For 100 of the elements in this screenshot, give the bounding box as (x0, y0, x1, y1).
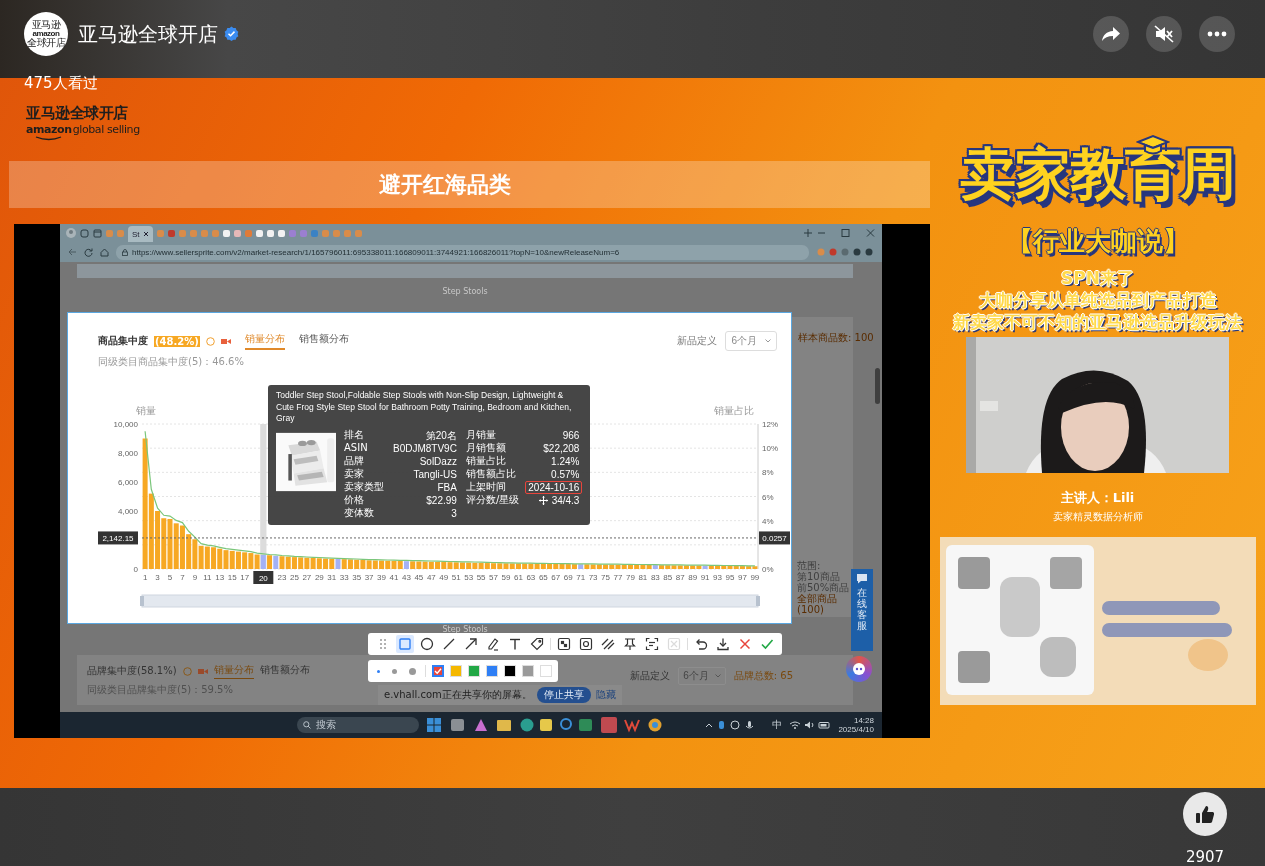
axis-tick-label: 39 (377, 573, 386, 582)
field-label: 卖家 (344, 467, 365, 481)
promo-subtitle: 【行业大咖说】 (1006, 225, 1189, 258)
slide-title: 避开红海品类 (378, 170, 511, 199)
axis-tick-label: 41 (389, 573, 399, 582)
field-value: $22,208 (542, 441, 581, 455)
promo-line: 大咖分享从单纯选品到产品打造 (978, 289, 1217, 311)
speaker-role: 卖家精灵数据分析师 (1052, 510, 1143, 524)
field-value: 3 (450, 506, 458, 520)
axis-tick-label: 69 (563, 573, 573, 582)
chart-caption: Step Stools (442, 287, 488, 297)
like-count: 2907 (1185, 848, 1225, 866)
axis-tick-label: 91 (700, 573, 710, 582)
axis-tick-label: 73 (588, 573, 598, 582)
axis-tick-label: 4% (762, 516, 774, 526)
axis-tick-label: 23 (277, 573, 287, 582)
axis-tick-label: 97 (738, 573, 747, 582)
chart-caption: Step Stools (442, 625, 488, 635)
promo-title: 卖家教育周 (960, 134, 1235, 214)
input-method-indicator[interactable]: 中 (772, 718, 783, 732)
axis-title: 销量 (136, 405, 156, 416)
axis-tick-label: 71 (576, 573, 586, 582)
axis-tick-label: 65 (538, 573, 548, 582)
axis-tick-label: 9 (192, 573, 198, 582)
chart-tab[interactable]: 销售额分布 (259, 663, 310, 679)
axis-tick-label: 1 (142, 573, 148, 582)
axis-tick-label: 10,000 (113, 420, 138, 429)
field-value: 2024-10-16 (525, 480, 583, 494)
field-label: 新品定义 (677, 334, 718, 348)
field-label: 上架时间 (465, 480, 507, 494)
logo-subtext: global selling (72, 123, 140, 136)
value-label: 20 (253, 571, 274, 584)
channel-avatar[interactable]: 亚马逊 amazon 全球开店 (24, 12, 68, 56)
clock-time: 14:28 (853, 716, 874, 725)
chart-tab[interactable]: 销售额分布 (298, 332, 349, 350)
axis-tick-label: 7 (180, 573, 185, 582)
axis-tick-label: 5 (167, 573, 173, 582)
field-value: 0.57% (550, 467, 581, 481)
brand-count: 品牌总数: 65 (733, 669, 793, 683)
stop-sharing-button[interactable]: 停止共享 (536, 687, 591, 703)
browser-tab[interactable]: St (128, 226, 153, 242)
axis-tick-label: 33 (339, 573, 349, 582)
value-label: 2,142.15 (98, 531, 138, 545)
axis-tick-label: 6,000 (117, 478, 138, 487)
field-label: 价格 (344, 493, 365, 507)
axis-tick-label: 57 (489, 573, 498, 582)
axis-tick-label: 3 (155, 573, 160, 582)
address-bar[interactable]: https://www.sellersprite.com/v2/market-research/1/165796011:695338011:166809011:3744921:166826011?topN=10&newReleaseNum=6 (116, 244, 809, 260)
speaker-name: 主讲人：Lili (1060, 489, 1135, 507)
field-value: FBA (436, 480, 458, 494)
value-label: 0.0257 (759, 531, 790, 545)
axis-tick-label: 87 (675, 573, 685, 582)
period-select[interactable]: 6个月 (725, 331, 777, 351)
axis-tick-label: 93 (713, 573, 722, 582)
field-value: Tangli-US (412, 467, 458, 481)
axis-tick-label: 0% (762, 565, 774, 574)
axis-tick-label: 77 (613, 573, 623, 582)
field-label: 新品定义 (630, 669, 671, 683)
channel-name: 亚马逊全球开店 (78, 21, 218, 48)
field-label: 卖家类型 (344, 480, 384, 494)
axis-tick-label: 27 (302, 573, 312, 582)
support-button[interactable]: 在线客服 (851, 569, 873, 651)
axis-tick-label: 12% (762, 420, 778, 429)
axis-title: 销量占比 (714, 405, 754, 416)
axis-tick-label: 10% (762, 444, 778, 454)
view-count: 475人看过 (24, 74, 98, 92)
axis-tick-label: 47 (426, 573, 436, 582)
field-label: 排名 (344, 428, 365, 442)
hide-link[interactable]: 隐藏 (595, 688, 616, 702)
promo-line: 新卖家不可不知的亚马逊选品升级玩法 (953, 311, 1242, 333)
axis-tick-label: 49 (439, 573, 449, 582)
taskbar-search[interactable]: 搜索 (297, 717, 419, 733)
field-label: 月销售额 (465, 441, 507, 455)
axis-tick-label: 11 (203, 573, 212, 582)
legend-title: 范围: (797, 560, 821, 571)
axis-tick-label: 13 (215, 573, 225, 582)
chart-tab[interactable]: 销量分布 (244, 332, 285, 350)
axis-tick-label: 79 (626, 573, 635, 582)
logo-wordmark: amazon (26, 123, 72, 141)
field-label: 月销量 (465, 428, 497, 442)
axis-tick-label: 89 (688, 573, 698, 582)
legend-item[interactable]: 全部商品(100) (797, 593, 853, 615)
axis-tick-label: 83 (650, 573, 660, 582)
clock-date: 2025/4/10 (838, 725, 874, 734)
field-value: 1.24% (550, 454, 581, 468)
notice-text: e.vhall.com正在共享你的屏幕。 (384, 688, 532, 702)
sample-count: 样本商品数: 100 (798, 331, 874, 345)
axis-tick-label: 31 (327, 573, 337, 582)
axis-tick-label: 6% (762, 492, 774, 502)
axis-tick-label: 59 (501, 573, 511, 582)
axis-tick-label: 53 (464, 573, 474, 582)
axis-tick-label: 17 (240, 573, 250, 582)
card-subtitle: 同级类目商品集中度(5)：46.6% (98, 355, 244, 369)
chart-tab[interactable]: 销量分布 (213, 663, 254, 679)
card-title: 商品集中度 (98, 334, 148, 348)
field-label: 评分数/星级 (465, 493, 520, 507)
axis-tick-label: 67 (551, 573, 561, 582)
axis-tick-label: 43 (402, 573, 411, 582)
axis-tick-label: 8% (762, 468, 774, 478)
field-label: 销量占比 (465, 454, 507, 468)
